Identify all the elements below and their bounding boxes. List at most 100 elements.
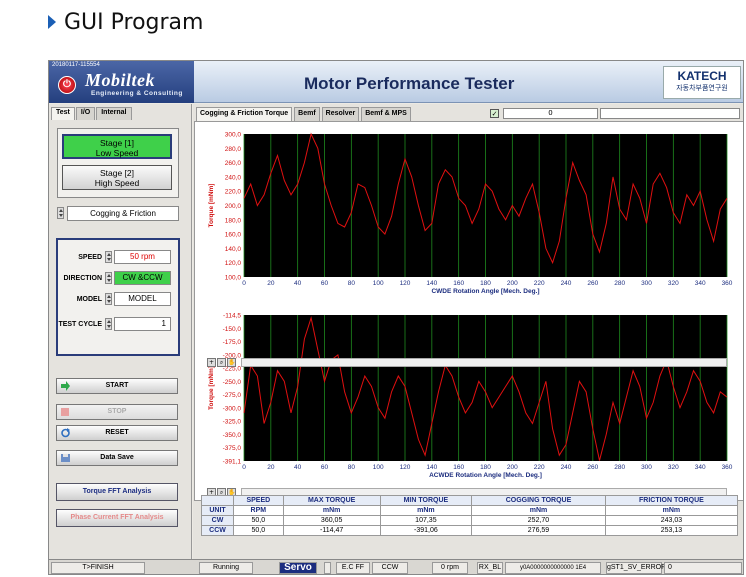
finish-status: T>FINISH	[51, 562, 145, 574]
power-icon[interactable]: ⏻	[58, 76, 76, 94]
table-cell: 360,05	[282, 515, 381, 526]
direction-field[interactable]: CW &CCW	[114, 271, 171, 285]
plot-1-y-tick-label: 300,0	[225, 132, 242, 139]
plot-2-x-tick-label: 220	[534, 464, 545, 471]
status-display	[600, 108, 740, 119]
plot-2-x-tick-label: 300	[641, 464, 652, 471]
plot-2-y-tick-label: -150,0	[223, 326, 242, 333]
start-button-label: START	[105, 382, 129, 389]
plot-2-x-tick-label: 240	[561, 464, 572, 471]
model-spinner-icon[interactable]	[105, 293, 112, 305]
plot-2-x-axis-label: ACWDE Rotation Angle [Mech. Deg.]	[429, 472, 542, 479]
section-heading: GUI Program	[48, 8, 203, 36]
plot-1-scrollbar[interactable]	[241, 358, 727, 367]
plot-2-x-tick-label: 160	[453, 464, 464, 471]
table-cell: CCW	[201, 525, 234, 536]
bullet-triangle-icon	[48, 15, 56, 29]
save-disk-icon	[61, 454, 70, 462]
plot-1-x-tick-label: 240	[561, 280, 572, 287]
left-tabs: Test I/O Internal	[51, 107, 133, 120]
plot-2-x-tick-label: 100	[373, 464, 384, 471]
start-button[interactable]: START	[56, 378, 178, 394]
table-row: CW 50,0 360,05 107,35 252,70 243,03	[201, 515, 739, 526]
plot-1-x-tick-label: 60	[321, 280, 329, 287]
mode-selector[interactable]: Cogging & Friction	[57, 206, 179, 222]
table-header-row: SPEED MAX TORQUE MIN TORQUE COGGING TORQ…	[201, 495, 739, 506]
partner-logo: KATECH 자동차부품연구원	[663, 66, 741, 99]
tab-internal[interactable]: Internal	[96, 107, 132, 120]
table-cell: 50,0	[233, 525, 284, 536]
table-header-cell	[201, 495, 234, 506]
crosshair-icon[interactable]: +	[207, 358, 216, 367]
plot-1-x-tick-label: 100	[373, 280, 384, 287]
rx-status: RX_BL	[477, 562, 503, 574]
speed-label: SPEED	[78, 254, 102, 261]
tab-resolver[interactable]: Resolver	[321, 107, 360, 121]
plot-2-x-tick-label: 180	[480, 464, 491, 471]
reset-button[interactable]: RESET	[56, 425, 178, 441]
table-cell: UNIT	[201, 505, 234, 516]
phase-fft-button[interactable]: Phase Current FFT Analysis	[56, 509, 178, 527]
tab-bemf-mps[interactable]: Bemf & MPS	[361, 107, 411, 121]
plot-1-x-tick-label: 300	[641, 280, 652, 287]
tab-io[interactable]: I/O	[75, 107, 96, 120]
plot-1-x-tick-label: 220	[534, 280, 545, 287]
tab-cogging-friction[interactable]: Cogging & Friction Torque	[196, 107, 293, 121]
enable-checkbox[interactable]: ✓	[490, 109, 499, 118]
table-cell: mNm	[471, 505, 606, 516]
cycle-spinner-icon[interactable]	[105, 318, 112, 330]
status-bar: T>FINISH Running Servo E.C FF CCW 0 rpm …	[49, 559, 743, 574]
plot-1-x-tick-label: 80	[348, 280, 356, 287]
servo-status: Servo	[279, 562, 317, 574]
direction-spinner-icon[interactable]	[105, 272, 112, 284]
table-cell: 243,03	[604, 515, 739, 526]
table-cell: -114,47	[282, 525, 381, 536]
pan-hand-icon[interactable]: ✋	[227, 358, 236, 367]
app-window: 20180117-115554 ⏻ Mobiltek Engineering &…	[48, 60, 744, 575]
speed-spinner-icon[interactable]	[105, 251, 112, 263]
plot-2-x-tick-label: 200	[507, 464, 518, 471]
zoom-icon[interactable]: ⌕	[217, 358, 226, 367]
stop-button[interactable]: STOP	[56, 404, 178, 420]
plot-1-y-tick-label: 100,0	[225, 275, 242, 282]
plot-2-x-tick-label: 340	[695, 464, 706, 471]
plot-1-y-tick-label: 140,0	[225, 246, 242, 253]
plot-1-y-tick-label: 160,0	[225, 232, 242, 239]
plot-1-x-tick-label: 260	[587, 280, 598, 287]
table-cell: 252,70	[471, 515, 606, 526]
plot-1-x-tick-label: 340	[695, 280, 706, 287]
plot-2-x-tick-label: 140	[426, 464, 437, 471]
plot-area: 0 20 40 60 80 100 120 140 160 180 200 220 240 260 280 3…	[194, 121, 743, 501]
plot-1-x-tick-label: 280	[614, 280, 625, 287]
chart-panel: Cogging & Friction Torque Bemf Resolver …	[193, 104, 743, 559]
plot-1-x-tick-label: 200	[507, 280, 518, 287]
control-panel: Test I/O Internal Stage [1] Low Speed St…	[49, 104, 192, 559]
model-field[interactable]: MODEL	[114, 292, 171, 306]
tab-bemf[interactable]: Bemf	[294, 107, 320, 121]
direction-row: DIRECTION CW &CCW	[58, 271, 178, 286]
plot-1-y-tick-label: 220,0	[225, 189, 242, 196]
speed-field[interactable]: 50 rpm	[114, 250, 171, 264]
build-stamp: 20180117-115554	[52, 62, 100, 68]
chart-tabs: Cogging & Friction Torque Bemf Resolver …	[196, 107, 413, 121]
data-save-button[interactable]: Data Save	[56, 450, 178, 466]
stage-1-button[interactable]: Stage [1] Low Speed	[62, 134, 172, 159]
stop-square-icon	[61, 408, 69, 416]
mode-value: Cogging & Friction	[67, 206, 179, 221]
brand-logo: Mobiltek	[85, 70, 155, 90]
torque-fft-button[interactable]: Torque FFT Analysis	[56, 483, 178, 501]
test-parameters: SPEED 50 rpm DIRECTION CW &CCW MODEL MOD…	[56, 238, 180, 356]
tab-test[interactable]: Test	[51, 107, 75, 120]
cycle-row: TEST CYCLE 1	[58, 317, 178, 332]
table-cell: mNm	[379, 505, 473, 516]
speed-row: SPEED 50 rpm	[58, 250, 178, 265]
plot-2-y-axis-label: Torque [mNm]	[208, 366, 215, 410]
stage-2-button[interactable]: Stage [2] High Speed	[62, 165, 172, 190]
cycle-label: TEST CYCLE	[58, 321, 102, 328]
servo-indicator	[324, 562, 331, 574]
plot-2-y-tick-label: -300,0	[223, 405, 242, 412]
table-cell: 276,59	[471, 525, 606, 536]
mode-spinner-icon[interactable]	[57, 207, 64, 219]
cycle-field[interactable]: 1	[114, 317, 171, 331]
plot-1-x-tick-label: 160	[453, 280, 464, 287]
